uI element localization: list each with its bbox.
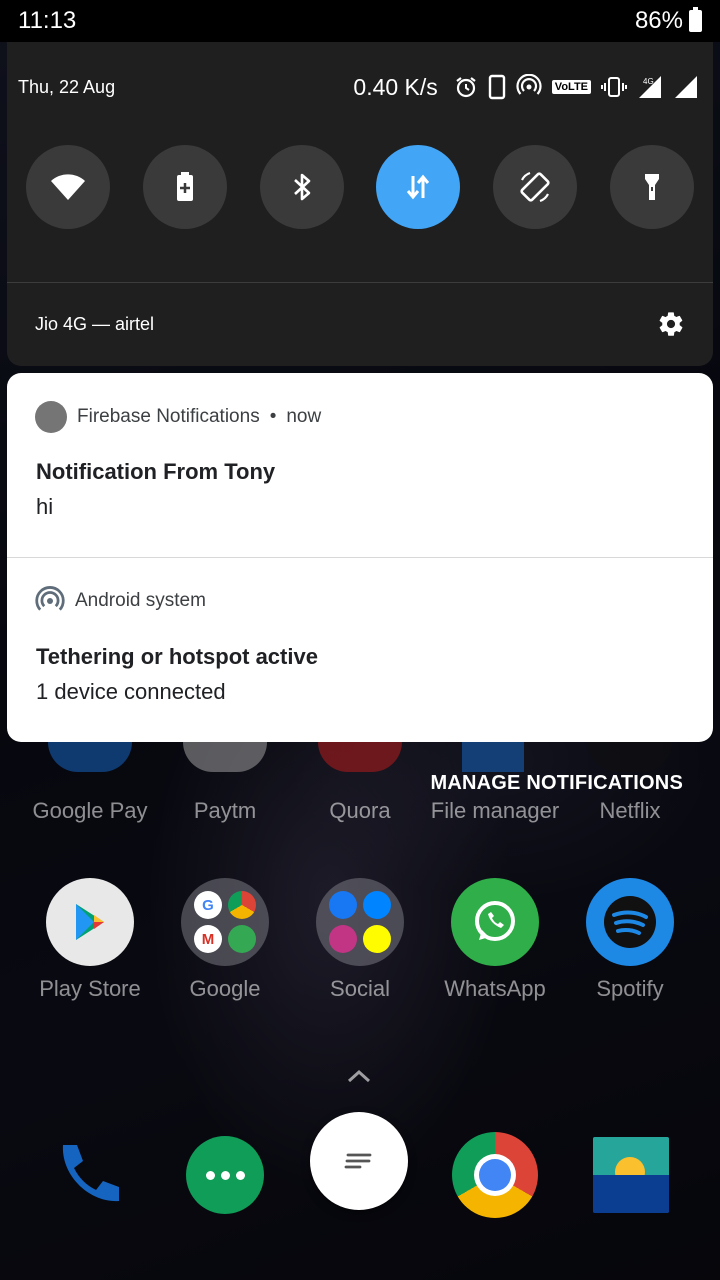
app-label: Spotify (596, 976, 664, 1001)
svg-text:4G: 4G (643, 77, 654, 86)
phone-device-icon (488, 74, 505, 100)
facebook-icon (329, 891, 357, 919)
notification-time: now (286, 406, 322, 427)
folder-social[interactable]: Social (300, 878, 420, 1002)
carrier-label: Jio 4G — airtel (35, 313, 155, 334)
play-store-icon (46, 878, 134, 966)
tile-battery-saver[interactable] (142, 145, 227, 229)
shade-handle-button[interactable] (310, 1112, 408, 1210)
app-label: Google Pay (32, 798, 148, 823)
app-spotify[interactable]: Spotify (570, 878, 690, 1002)
tile-mobile-data[interactable] (376, 145, 461, 229)
app-label: Quora (329, 798, 391, 823)
qs-divider (7, 282, 713, 283)
firebase-app-icon (35, 401, 67, 433)
vibrate-icon (601, 77, 627, 97)
notification-card: Firebase Notifications • now Notificatio… (7, 373, 713, 742)
app-paytm[interactable]: Paytm (165, 798, 285, 824)
qs-date[interactable]: Thu, 22 Aug (18, 77, 115, 98)
quick-settings-panel: Thu, 22 Aug 0.40 K/s VoLTE 4G Jio 4G — a… (7, 42, 713, 366)
flashlight-icon (644, 174, 659, 200)
notification-app-name: Android system (75, 590, 206, 611)
dock-hangouts[interactable] (180, 1130, 270, 1220)
mobile-data-icon (407, 174, 430, 200)
auto-rotate-icon (520, 171, 550, 203)
tile-bluetooth[interactable] (259, 145, 344, 229)
dock-phone[interactable] (44, 1130, 134, 1220)
app-label: Paytm (193, 798, 257, 823)
battery-saver-icon (176, 172, 193, 201)
home-row-2: Play Store G M Google Social WhatsApp Sp… (0, 878, 720, 1018)
app-netflix[interactable]: Netflix (570, 798, 690, 824)
wifi-icon (51, 174, 85, 200)
tile-auto-rotate[interactable] (493, 145, 578, 229)
qs-header: Thu, 22 Aug 0.40 K/s VoLTE 4G (18, 70, 699, 104)
notes-lines-icon (344, 1153, 372, 1169)
app-label: File manager (430, 798, 560, 823)
qs-footer: Jio 4G — airtel (35, 304, 685, 344)
separator-dot: • (269, 406, 277, 427)
app-whatsapp[interactable]: WhatsApp (435, 878, 555, 1002)
chevron-up-icon[interactable] (344, 1066, 374, 1086)
status-right: 86% (635, 7, 702, 35)
gallery-icon (593, 1137, 669, 1213)
clock: 11:13 (18, 7, 77, 34)
dock-gallery[interactable] (586, 1130, 676, 1220)
notification-header: Firebase Notifications • now (35, 401, 321, 433)
app-label: Google (189, 976, 261, 1001)
google-folder-icon: G M (181, 878, 269, 966)
whatsapp-icon (451, 878, 539, 966)
spotify-icon (586, 878, 674, 966)
hangouts-icon (186, 1136, 264, 1214)
notification-title: Notification From Tony (36, 459, 276, 484)
notification-body: hi (36, 494, 54, 519)
folder-google[interactable]: G M Google (165, 878, 285, 1002)
battery-icon (689, 7, 702, 32)
tile-wifi[interactable] (26, 145, 110, 229)
file-manager-icon-peek (462, 742, 524, 772)
volte-badge: VoLTE (551, 80, 591, 94)
settings-gear-icon[interactable] (657, 310, 685, 338)
app-google-pay[interactable]: Google Pay (30, 798, 150, 824)
bluetooth-icon (293, 173, 310, 201)
notification-title: Tethering or hotspot active (36, 644, 318, 669)
app-play-store[interactable]: Play Store (30, 878, 150, 1002)
signal-4g-roaming-icon: 4G (639, 76, 661, 98)
maps-icon (228, 925, 256, 953)
app-label: Netflix (599, 798, 661, 823)
chrome-icon (452, 1132, 538, 1218)
chrome-mini-icon (228, 891, 256, 919)
alarm-icon (456, 77, 476, 98)
battery-percent: 86% (634, 7, 683, 34)
app-file-manager[interactable]: File manager (420, 798, 570, 824)
status-bar: 11:13 86% (0, 0, 720, 42)
gmail-icon: M (194, 925, 222, 953)
notification-android-system[interactable]: Android system Tethering or hotspot acti… (7, 558, 713, 742)
dock-chrome[interactable] (450, 1130, 540, 1220)
hotspot-status-icon (516, 74, 542, 95)
notification-firebase[interactable]: Firebase Notifications • now Notificatio… (7, 373, 713, 557)
notification-app-name: Firebase Notifications (77, 406, 260, 427)
app-quora[interactable]: Quora (300, 798, 420, 824)
qs-status-icons: 0.40 K/s VoLTE 4G (353, 74, 699, 101)
instagram-icon (329, 925, 357, 953)
notification-header: Android system (35, 586, 206, 616)
notification-body: 1 device connected (36, 679, 226, 704)
manage-notifications-button[interactable]: MANAGE NOTIFICATIONS (430, 772, 683, 795)
snapchat-icon (363, 925, 391, 953)
signal-roaming-icon (675, 76, 697, 98)
qs-tiles (26, 145, 694, 229)
tile-flashlight[interactable] (609, 145, 694, 229)
network-speed: 0.40 K/s (353, 73, 438, 100)
app-label: WhatsApp (444, 976, 546, 1001)
messenger-icon (363, 891, 391, 919)
hotspot-icon (35, 586, 65, 611)
app-label: Social (330, 976, 390, 1001)
google-icon: G (194, 891, 222, 919)
phone-icon (62, 1145, 119, 1202)
social-folder-icon (316, 878, 404, 966)
app-label: Play Store (39, 976, 141, 1001)
